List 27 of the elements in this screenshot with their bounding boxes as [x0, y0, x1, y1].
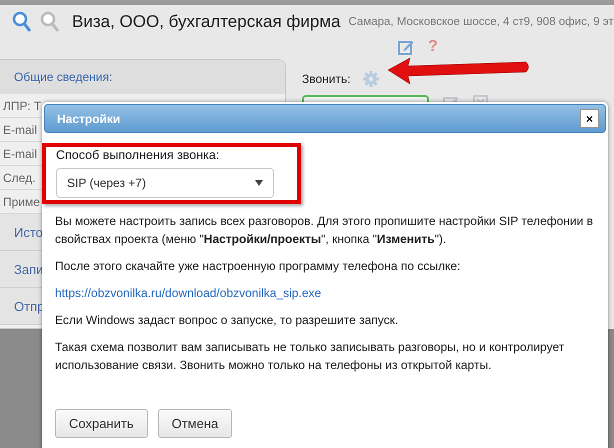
gear-icon[interactable]: [362, 71, 379, 87]
call-label: Звонить:: [302, 72, 351, 86]
panel-heading: Общие сведения:: [14, 70, 112, 84]
caret-icon: [255, 180, 263, 186]
download-link[interactable]: https://obzvonilka.ru/download/obzvonilka_sip.exe: [55, 284, 594, 302]
field-label: Способ выполнения звонка:: [56, 148, 220, 162]
cancel-button[interactable]: Отмена: [158, 409, 232, 438]
section-link[interactable]: Исто: [14, 224, 43, 240]
instruction-text: Вы можете настроить запись всех разговоров. Для этого пропишите настройки SIP телефонии в свойствах проекта (меню "Настройки/проекты", кнопка "Изменить").: [55, 213, 594, 248]
field-label: E-mail: [3, 146, 38, 160]
section-link[interactable]: Запи: [14, 262, 44, 276]
field-label: E-mail: [3, 122, 38, 136]
search-icon[interactable]: [12, 11, 32, 33]
close-button[interactable]: ×: [580, 109, 599, 128]
field-label: Приме: [3, 194, 40, 208]
field-label: След.: [3, 170, 36, 184]
dialog-title: Настройки: [57, 112, 120, 126]
company-title: Виза, ООО, бухгалтерская фирма: [72, 12, 340, 32]
call-method-select[interactable]: SIP (через +7): [56, 168, 274, 198]
instruction-text: Если Windows задаст вопрос о запуске, то разрешите запуск.: [55, 312, 400, 329]
save-button[interactable]: Сохранить: [55, 409, 148, 438]
instruction-text: После этого скачайте уже настроенную программу телефона по ссылке:: [55, 258, 462, 275]
search-icon[interactable]: [40, 11, 60, 33]
company-address: Самара, Московское шоссе, 4 ст9, 908 офис, 9 эт: [348, 16, 614, 28]
edit-icon[interactable]: [398, 39, 414, 55]
field-label: ЛПР: Т: [3, 98, 42, 112]
instruction-text: Такая схема позволит вам записывать не только записывать разговоры, но и контролирует использование связи. Звонить можно только на телефоны из открытой карты.: [55, 339, 566, 374]
